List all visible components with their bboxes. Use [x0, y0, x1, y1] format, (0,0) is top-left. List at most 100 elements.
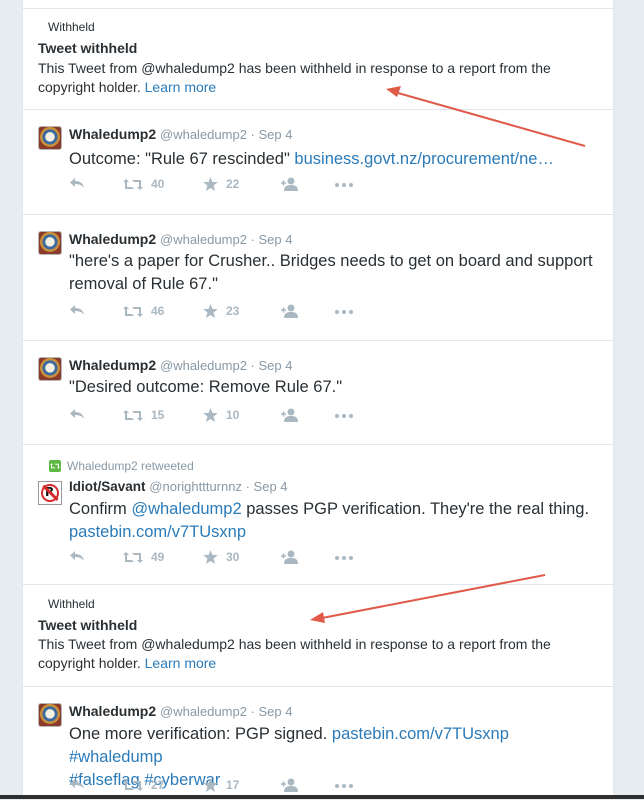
more-button[interactable] — [335, 556, 353, 560]
tweet-link[interactable]: pastebin.com/v7TUsxnp — [332, 725, 509, 743]
more-button[interactable] — [335, 414, 353, 418]
retweeted-by[interactable]: Whaledump2 retweeted — [67, 459, 194, 473]
avatar[interactable]: R — [38, 481, 62, 505]
tweet[interactable]: Whaledump2 retweeted R Idiot/Savant @nor… — [23, 444, 613, 585]
follow-person-icon — [281, 408, 298, 422]
retweet-button[interactable]: 27 — [123, 778, 164, 792]
avatar[interactable] — [38, 703, 62, 727]
follow-person-icon — [281, 177, 298, 191]
tweet-header: Idiot/Savant @norighttturnnz · Sep 4 — [69, 479, 288, 494]
reply-button[interactable] — [69, 550, 85, 562]
more-dots-icon — [335, 784, 353, 788]
retweet-count: 15 — [151, 408, 165, 422]
timestamp[interactable]: Sep 4 — [259, 232, 293, 247]
favorite-count: 10 — [226, 408, 240, 422]
timestamp[interactable]: Sep 4 — [259, 704, 293, 719]
tweet-text-body: Outcome: "Rule 67 rescinded" — [69, 150, 295, 168]
tweet-header: Whaledump2 @whaledump2 · Sep 4 — [69, 357, 292, 373]
user-name[interactable]: Idiot/Savant — [69, 479, 146, 494]
follow-button[interactable] — [281, 304, 299, 318]
more-button[interactable] — [335, 784, 353, 788]
follow-person-icon — [281, 304, 298, 318]
retweet-icon — [123, 779, 143, 791]
withheld-label: Withheld — [48, 597, 95, 611]
tweet-actions: 46 23 — [69, 304, 369, 324]
retweet-icon — [123, 409, 143, 421]
user-handle[interactable]: @whaledump2 — [160, 358, 247, 373]
avatar[interactable] — [38, 231, 62, 255]
retweet-button[interactable]: 40 — [123, 177, 164, 191]
avatar[interactable] — [38, 357, 62, 381]
separator: · — [246, 127, 259, 142]
tweet-link[interactable]: pastebin.com/v7TUsxnp — [69, 523, 246, 541]
user-name[interactable]: Whaledump2 — [69, 703, 156, 719]
more-dots-icon — [335, 310, 353, 314]
favorite-button[interactable]: 30 — [203, 550, 239, 564]
withheld-title: Tweet withheld — [38, 40, 138, 56]
tweet[interactable]: Whaledump2 @whaledump2 · Sep 4 "here's a… — [23, 214, 613, 341]
favorite-button[interactable]: 22 — [203, 177, 239, 191]
withheld-card: Withheld Tweet withheld This Tweet from … — [23, 8, 613, 110]
user-handle[interactable]: @whaledump2 — [160, 704, 247, 719]
retweet-context: Whaledump2 retweeted — [49, 459, 194, 473]
tweet-actions: 40 22 — [69, 177, 369, 197]
favorite-star-icon — [203, 408, 218, 422]
favorite-button[interactable]: 23 — [203, 304, 239, 318]
tweet-text: Confirm @whaledump2 passes PGP verificat… — [69, 498, 599, 544]
learn-more-link[interactable]: Learn more — [145, 79, 217, 95]
more-dots-icon — [335, 414, 353, 418]
retweet-button[interactable]: 49 — [123, 550, 164, 564]
separator: · — [246, 358, 259, 373]
user-name[interactable]: Whaledump2 — [69, 126, 156, 142]
follow-button[interactable] — [281, 778, 299, 792]
more-dots-icon — [335, 183, 353, 187]
reply-icon — [70, 178, 84, 188]
reply-button[interactable] — [69, 408, 85, 420]
retweet-button[interactable]: 46 — [123, 304, 164, 318]
reply-button[interactable] — [69, 304, 85, 316]
favorite-button[interactable]: 17 — [203, 778, 239, 792]
retweet-button[interactable]: 15 — [123, 408, 164, 422]
retweet-count: 49 — [151, 550, 165, 564]
retweet-icon — [123, 178, 143, 190]
tweet[interactable]: Whaledump2 @whaledump2 · Sep 4 "Desired … — [23, 340, 613, 445]
more-button[interactable] — [335, 310, 353, 314]
follow-button[interactable] — [281, 177, 299, 191]
more-button[interactable] — [335, 183, 353, 187]
reply-icon — [70, 551, 84, 561]
mention-link[interactable]: @whaledump2 — [131, 500, 241, 518]
withheld-card: Withheld Tweet withheld This Tweet from … — [23, 584, 613, 687]
bottom-rule — [0, 795, 644, 799]
tweet[interactable]: Whaledump2 @whaledump2 · Sep 4 One more … — [23, 686, 613, 800]
reply-button[interactable] — [69, 177, 85, 189]
separator: · — [241, 479, 254, 494]
user-name[interactable]: Whaledump2 — [69, 357, 156, 373]
user-handle[interactable]: @whaledump2 — [160, 232, 247, 247]
learn-more-link[interactable]: Learn more — [145, 655, 217, 671]
hashtag-link[interactable]: #whaledump — [69, 748, 163, 766]
retweet-badge-icon — [49, 460, 61, 472]
reply-button[interactable] — [69, 778, 85, 790]
avatar[interactable] — [38, 126, 62, 150]
retweet-icon — [123, 305, 143, 317]
favorite-button[interactable]: 10 — [203, 408, 239, 422]
user-handle[interactable]: @whaledump2 — [160, 127, 247, 142]
follow-button[interactable] — [281, 408, 299, 422]
timestamp[interactable]: Sep 4 — [259, 127, 293, 142]
tweet[interactable]: Whaledump2 @whaledump2 · Sep 4 Outcome: … — [23, 109, 613, 215]
user-name[interactable]: Whaledump2 — [69, 231, 156, 247]
timestamp[interactable]: Sep 4 — [254, 479, 288, 494]
timeline: Withheld Tweet withheld This Tweet from … — [22, 0, 614, 799]
follow-person-icon — [281, 778, 298, 792]
withheld-body: This Tweet from @whaledump2 has been wit… — [38, 59, 598, 97]
tweet-link[interactable]: business.govt.nz/procurement/ne… — [294, 150, 554, 168]
user-handle[interactable]: @norighttturnnz — [149, 479, 242, 494]
tweet-actions: 49 30 — [69, 550, 369, 570]
tweet-header: Whaledump2 @whaledump2 · Sep 4 — [69, 231, 292, 247]
retweet-icon — [123, 551, 143, 563]
follow-button[interactable] — [281, 550, 299, 564]
timestamp[interactable]: Sep 4 — [259, 358, 293, 373]
tweet-text-a: Confirm — [69, 500, 132, 518]
favorite-star-icon — [203, 177, 218, 191]
favorite-count: 23 — [226, 304, 240, 318]
